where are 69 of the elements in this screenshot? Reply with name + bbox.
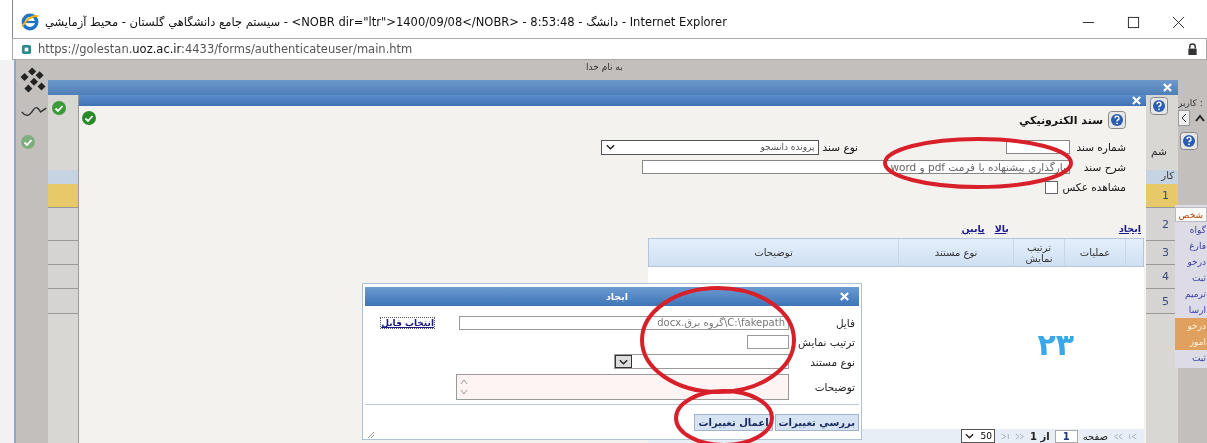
user-label: كاربر : bbox=[1178, 98, 1203, 108]
menu-item[interactable]: گواه bbox=[1174, 222, 1207, 238]
select-field[interactable] bbox=[614, 354, 789, 369]
menu-item[interactable]: ثبت bbox=[1174, 350, 1207, 366]
check-icon bbox=[20, 134, 36, 150]
url-text: https://golestan.uoz.ac.ir:4433/forms/authenticateuser/main.htm bbox=[38, 42, 413, 56]
check-icon bbox=[81, 110, 97, 126]
column-header: كار bbox=[1161, 170, 1174, 181]
apply-button[interactable]: اعمال تغييرات bbox=[694, 413, 773, 431]
review-button[interactable]: بررسي تغييرات bbox=[774, 413, 859, 431]
menu-item[interactable]: فارغ bbox=[1174, 238, 1207, 254]
dialog-title: سند الكترونيكي bbox=[1018, 113, 1103, 127]
select-field[interactable]: پرونده دانشجو bbox=[600, 139, 819, 155]
menu-item[interactable]: ثبت bbox=[1174, 270, 1207, 286]
maximize-icon[interactable] bbox=[1127, 15, 1140, 29]
caret-icon bbox=[618, 357, 629, 366]
field-label: فايل bbox=[834, 317, 856, 329]
checkbox[interactable] bbox=[1045, 180, 1059, 194]
column-header: ترتيب نمايش bbox=[1013, 239, 1064, 266]
lock-icon bbox=[1187, 42, 1198, 56]
window-title: سيستم جامع دانشگاهي گلستان - محيط آزمايشي - <NOBR dir="ltr">1400/09/08</NOBR> - 8:53:48 - دانشگ - Internet Explorer bbox=[45, 15, 727, 29]
create-link[interactable]: ايجاد bbox=[1118, 223, 1141, 237]
row-number: 5 bbox=[1162, 294, 1169, 308]
down-link[interactable]: پايين bbox=[961, 223, 985, 237]
row-number: 1 bbox=[1162, 189, 1169, 202]
field-label: نوع سند bbox=[822, 141, 858, 153]
row-number: 4 bbox=[1162, 270, 1169, 283]
close-icon[interactable] bbox=[1172, 15, 1185, 29]
menu-item[interactable]: ترميم bbox=[1174, 286, 1207, 302]
input-field[interactable]: بارگذاري پيشنهاده با فرمت pdf و word bbox=[642, 160, 1070, 174]
input-field[interactable] bbox=[747, 335, 789, 349]
column-header: عمليات bbox=[1064, 239, 1125, 266]
resize-grip-icon[interactable] bbox=[365, 429, 375, 439]
check-icon bbox=[51, 100, 67, 116]
caret-icon bbox=[963, 432, 975, 440]
back-icon[interactable] bbox=[1178, 110, 1190, 126]
menu-item[interactable]: درخو bbox=[1174, 254, 1207, 270]
annotation-number: ۲۳ bbox=[1037, 327, 1074, 362]
page-number-field[interactable]: 1 bbox=[1054, 429, 1078, 443]
column-header: توضيحات bbox=[753, 246, 794, 260]
file-field[interactable]: C:\fakepath\گروه برق.docx bbox=[459, 316, 789, 330]
field-label: شرح سند bbox=[1082, 161, 1126, 173]
help-icon[interactable] bbox=[1180, 132, 1198, 150]
row-number: 2 bbox=[1162, 217, 1169, 231]
up-link[interactable]: بالا bbox=[994, 223, 1009, 237]
text-area[interactable] bbox=[456, 374, 789, 400]
choose-file-link[interactable]: انتخاب فايل bbox=[380, 317, 435, 329]
menu-item[interactable]: شخص bbox=[1174, 207, 1207, 222]
page-size-select[interactable]: 50 bbox=[960, 429, 995, 443]
field-label: نوع مستند bbox=[809, 355, 856, 368]
caret-icon bbox=[604, 143, 616, 151]
field-label: شماره سند bbox=[1075, 141, 1126, 153]
page-label: صفحه bbox=[1082, 430, 1108, 442]
help-icon[interactable] bbox=[1108, 111, 1126, 129]
row-number: 3 bbox=[1162, 246, 1169, 259]
column-header: نوع مستند bbox=[898, 239, 1013, 266]
help-icon[interactable] bbox=[1150, 97, 1168, 115]
menu-item[interactable]: ارسا bbox=[1174, 302, 1207, 318]
browser-icon bbox=[21, 13, 39, 31]
collapse-icon[interactable] bbox=[1194, 113, 1206, 123]
field-label: مشاهده عكس bbox=[1061, 181, 1126, 193]
field-label: ترتيب نمايش bbox=[797, 336, 856, 348]
page-count: از 1 bbox=[1030, 430, 1050, 442]
field-label: شم bbox=[1151, 145, 1167, 157]
site-icon bbox=[21, 43, 32, 55]
dialog-title: ايجاد bbox=[605, 291, 628, 302]
address-bar[interactable]: https://golestan.uoz.ac.ir:4433/forms/authenticateuser/main.htm bbox=[12, 38, 1207, 60]
field-label: توضيحات bbox=[813, 381, 856, 393]
page-header-text: به نام خدا bbox=[586, 62, 623, 72]
